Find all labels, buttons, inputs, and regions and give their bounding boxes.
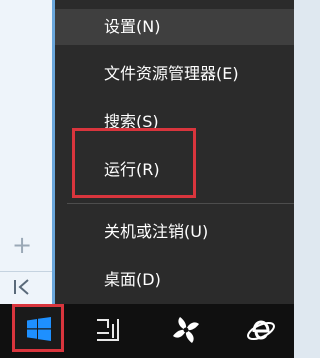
start-tiles-panel: + <box>0 0 55 304</box>
menu-item-settings[interactable]: 设置(N) <box>55 9 294 45</box>
panel-divider <box>0 271 52 272</box>
windows-start-icon <box>27 317 51 341</box>
fan-app-icon[interactable] <box>170 314 202 346</box>
start-button[interactable] <box>12 304 64 352</box>
internet-explorer-icon[interactable] <box>245 314 277 346</box>
collapse-arrow-icon[interactable] <box>10 276 40 298</box>
menu-item-shutdown-signout[interactable]: 关机或注销(U) <box>55 214 294 250</box>
plus-icon[interactable]: + <box>9 232 35 258</box>
menu-separator <box>67 203 294 204</box>
task-view-icon[interactable] <box>94 314 126 346</box>
run-highlight-box <box>72 128 196 198</box>
menu-item-desktop[interactable]: 桌面(D) <box>55 262 294 298</box>
menu-item-file-explorer[interactable]: 文件资源管理器(E) <box>55 56 294 92</box>
